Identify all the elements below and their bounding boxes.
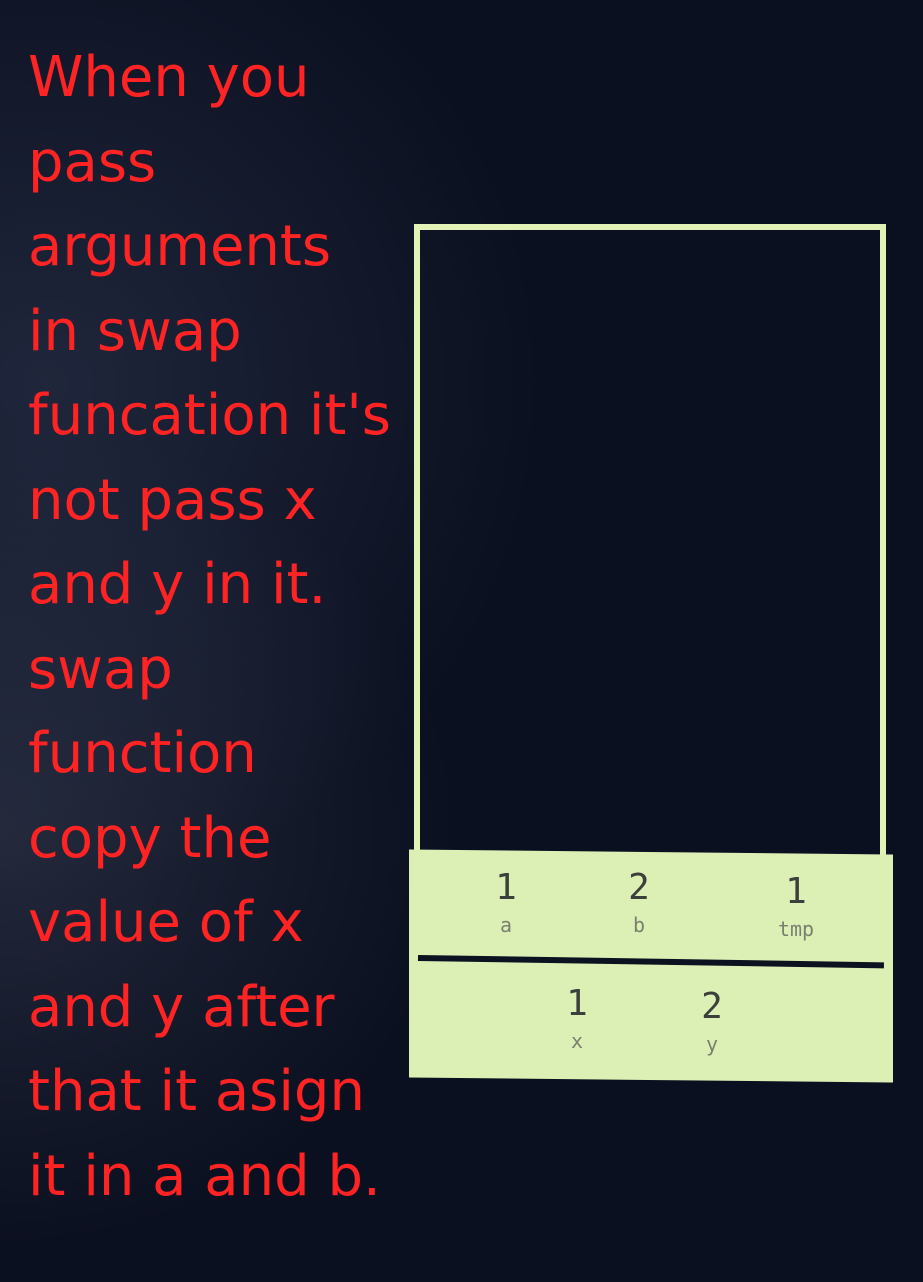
variable-value: 1 xyxy=(495,867,517,908)
variable-b: 2 b xyxy=(599,868,679,938)
variable-value: 2 xyxy=(701,986,723,1027)
variable-value: 1 xyxy=(785,871,807,912)
variable-name: b xyxy=(632,913,646,937)
variable-name: x xyxy=(570,1029,584,1053)
variable-y: 2 y xyxy=(672,987,752,1057)
variable-x: 1 x xyxy=(537,984,617,1054)
variable-tmp: 1 tmp xyxy=(756,872,836,942)
stack-frame-outline xyxy=(414,224,886,860)
variable-a: 1 a xyxy=(466,868,546,938)
variable-value: 2 xyxy=(628,867,650,908)
variable-name: y xyxy=(705,1032,719,1056)
stack-diagram: 1 a 2 b 1 tmp 1 x 2 y xyxy=(0,0,923,1282)
variable-value: 1 xyxy=(566,983,588,1024)
variable-name: tmp xyxy=(777,917,815,941)
variable-name: a xyxy=(499,913,513,937)
stage: When you pass arguments in swap funcatio… xyxy=(0,0,923,1282)
